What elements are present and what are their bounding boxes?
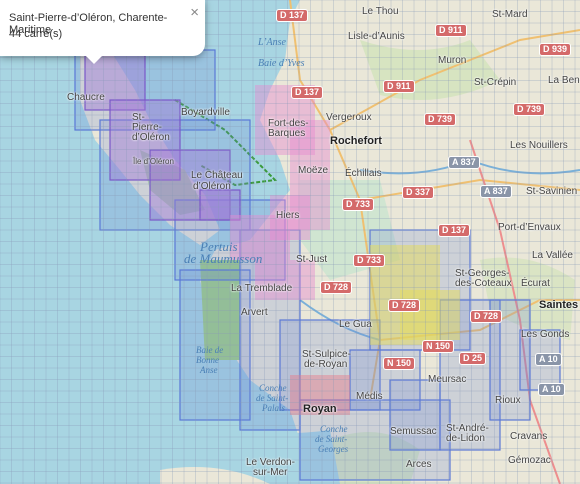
place-echillais: Échillais: [345, 168, 382, 179]
road-d911b: D 911: [383, 80, 415, 93]
road-a837a: A 837: [448, 156, 480, 169]
place-la-benate: La Bena: [548, 75, 580, 86]
place-fort-barques-2: Barques: [268, 128, 306, 139]
popup-count: 44 carré(s): [9, 28, 63, 40]
info-popup: Saint-Pierre-d’Oléron, Charente-Maritime…: [0, 0, 205, 56]
place-boyardville: Boyardville: [181, 107, 230, 118]
road-d739b: D 739: [424, 113, 457, 126]
place-chateau-1: Le Château: [191, 170, 243, 181]
place-ile-doleron: Île d’Oléron: [133, 157, 174, 166]
road-d25: D 25: [459, 352, 487, 365]
water-conche-5: de Saint-: [315, 434, 348, 444]
place-le-thou: Le Thou: [362, 6, 399, 17]
road-a10b: A 10: [538, 383, 565, 396]
place-les-nouillers: Les Nouillers: [510, 140, 568, 151]
place-saintes: Saintes: [539, 299, 579, 311]
place-arces: Arces: [406, 459, 432, 470]
place-moeze: Moëze: [298, 165, 329, 176]
road-a837b: A 837: [480, 185, 512, 198]
road-d939: D 939: [539, 43, 572, 56]
road-a10a: A 10: [535, 353, 562, 366]
water-conche-1: Conche: [259, 383, 287, 393]
road-d137b: D 137: [291, 86, 324, 99]
water-bonne-2: Bonne: [196, 355, 219, 365]
popup-tip: [86, 56, 102, 64]
place-ecurat: Écurat: [521, 278, 550, 289]
place-st-crepin: St-Crépin: [474, 77, 517, 88]
water-bonne-1: Baie de: [196, 345, 224, 355]
road-d728c: D 728: [470, 310, 503, 323]
place-rochefort: Rochefort: [330, 135, 382, 147]
place-st-andre-2: de-Lidon: [446, 433, 485, 444]
place-vergeroux: Vergeroux: [326, 112, 372, 123]
place-arvert: Arvert: [241, 307, 268, 318]
place-les-gonds: Les Gonds: [521, 329, 570, 340]
place-st-pierre-3: d’Oléron: [132, 132, 170, 143]
place-port-denvaux: Port-d’Envaux: [498, 222, 561, 233]
place-st-georges-2: des-Coteaux: [455, 278, 512, 289]
road-d137-top: D 137: [276, 9, 309, 22]
place-meursac: Meursac: [428, 374, 467, 385]
place-muron: Muron: [438, 55, 467, 66]
water-lanse: L’Anse: [258, 37, 286, 48]
road-n150a: N 150: [422, 340, 455, 353]
close-icon[interactable]: ×: [190, 5, 199, 20]
place-st-savinien: St-Savinien: [526, 186, 578, 197]
water-conche-2: de Saint-: [256, 393, 289, 403]
road-d337: D 337: [402, 186, 435, 199]
road-d739a: D 739: [513, 103, 546, 116]
place-hiers: Hiers: [276, 210, 300, 221]
water-conche-6: Georges: [318, 444, 349, 454]
map-canvas[interactable]: [0, 0, 580, 484]
place-gemozac: Gémozac: [508, 455, 551, 466]
road-d137c: D 137: [438, 224, 471, 237]
place-le-verdon-2: sur-Mer: [253, 467, 288, 478]
place-rioux: Rioux: [495, 395, 521, 406]
water-conche-3: Palais: [262, 403, 286, 413]
place-le-gua: Le Gua: [339, 319, 372, 330]
road-n150b: N 150: [383, 357, 416, 370]
map-view[interactable]: Le Thou St-Mard Lisle-d’Aunis Muron St-C…: [0, 0, 580, 484]
water-bonne-3: Anse: [200, 365, 218, 375]
road-d733a: D 733: [342, 198, 375, 211]
road-d911a: D 911: [435, 24, 467, 37]
place-royan: Royan: [303, 403, 337, 415]
place-st-sulpice-2: de-Royan: [304, 359, 348, 370]
water-pertuis-2: de Maumusson: [184, 251, 263, 266]
place-la-vallee: La Vallée: [532, 250, 573, 261]
place-cravans: Cravans: [510, 431, 548, 442]
road-d728a: D 728: [320, 281, 353, 294]
road-d728b: D 728: [388, 299, 421, 312]
place-chateau-2: d’Oléron: [193, 181, 231, 192]
place-chaucre: Chaucre: [67, 92, 105, 103]
place-st-just: St-Just: [296, 254, 328, 265]
place-la-tremblade: La Tremblade: [231, 283, 293, 294]
water-baie-yves: Baie d’Yves: [258, 58, 305, 69]
water-conche-4: Conche: [320, 424, 348, 434]
place-semussac: Semussac: [390, 426, 437, 437]
place-medis: Médis: [356, 391, 383, 402]
road-d733b: D 733: [353, 254, 386, 267]
place-st-mard: St-Mard: [492, 9, 528, 20]
place-lile-daunis: Lisle-d’Aunis: [348, 31, 405, 42]
